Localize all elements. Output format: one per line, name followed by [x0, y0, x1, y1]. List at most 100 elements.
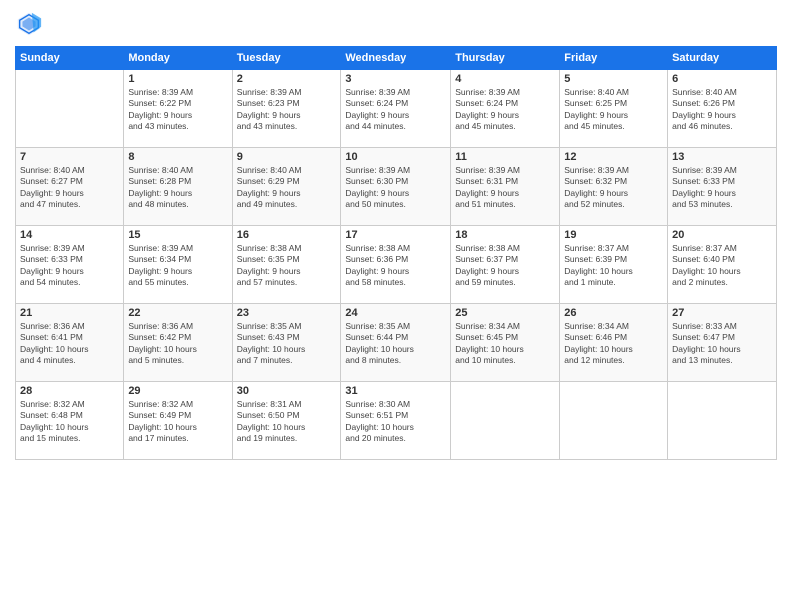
day-cell: 22 Sunrise: 8:36 AM Sunset: 6:42 PM Dayli… [124, 304, 232, 382]
day-info: Sunrise: 8:38 AM Sunset: 6:35 PM Dayligh… [237, 243, 337, 289]
day-number: 6 [672, 73, 772, 85]
day-cell: 10Sunrise: 8:39 AM Sunset: 6:30 PM Dayli… [341, 148, 451, 226]
day-info: Sunrise: 8:34 AM Sunset: 6:45 PM Dayligh… [455, 321, 555, 367]
logo-icon [15, 10, 43, 38]
day-number: 25 [455, 307, 555, 319]
day-cell [16, 70, 124, 148]
week-row-1: 1 Sunrise: 8:39 AM Sunset: 6:22 PM Daylig… [16, 70, 777, 148]
col-header-tuesday: Tuesday [232, 47, 341, 70]
day-info: Sunrise: 8:39 AM Sunset: 6:22 PM Dayligh… [128, 87, 227, 133]
day-cell: 7 Sunrise: 8:40 AM Sunset: 6:27 PM Daylig… [16, 148, 124, 226]
day-cell: 23Sunrise: 8:35 AM Sunset: 6:43 PM Dayli… [232, 304, 341, 382]
day-cell: 12 Sunrise: 8:39 AM Sunset: 6:32 PM Dayli… [560, 148, 668, 226]
day-info: Sunrise: 8:40 AM Sunset: 6:27 PM Dayligh… [20, 165, 119, 211]
day-number: 8 [128, 151, 227, 163]
header-row: SundayMondayTuesdayWednesdayThursdayFrid… [16, 47, 777, 70]
day-number: 12 [564, 151, 663, 163]
page: SundayMondayTuesdayWednesdayThursdayFrid… [0, 0, 792, 612]
day-info: Sunrise: 8:32 AM Sunset: 6:49 PM Dayligh… [128, 399, 227, 445]
day-cell: 20 Sunrise: 8:37 AM Sunset: 6:40 PM Dayli… [668, 226, 777, 304]
day-cell: 27 Sunrise: 8:33 AM Sunset: 6:47 PM Dayli… [668, 304, 777, 382]
day-number: 2 [237, 73, 337, 85]
day-info: Sunrise: 8:40 AM Sunset: 6:28 PM Dayligh… [128, 165, 227, 211]
day-number: 22 [128, 307, 227, 319]
day-cell [560, 382, 668, 460]
col-header-saturday: Saturday [668, 47, 777, 70]
day-info: Sunrise: 8:39 AM Sunset: 6:34 PM Dayligh… [128, 243, 227, 289]
day-info: Sunrise: 8:40 AM Sunset: 6:26 PM Dayligh… [672, 87, 772, 133]
day-number: 3 [345, 73, 446, 85]
day-info: Sunrise: 8:31 AM Sunset: 6:50 PM Dayligh… [237, 399, 337, 445]
day-info: Sunrise: 8:40 AM Sunset: 6:25 PM Dayligh… [564, 87, 663, 133]
col-header-friday: Friday [560, 47, 668, 70]
day-info: Sunrise: 8:34 AM Sunset: 6:46 PM Dayligh… [564, 321, 663, 367]
day-number: 5 [564, 73, 663, 85]
week-row-5: 28 Sunrise: 8:32 AM Sunset: 6:48 PM Dayli… [16, 382, 777, 460]
day-number: 11 [455, 151, 555, 163]
day-cell: 19 Sunrise: 8:37 AM Sunset: 6:39 PM Dayli… [560, 226, 668, 304]
day-info: Sunrise: 8:39 AM Sunset: 6:32 PM Dayligh… [564, 165, 663, 211]
col-header-sunday: Sunday [16, 47, 124, 70]
day-info: Sunrise: 8:39 AM Sunset: 6:24 PM Dayligh… [455, 87, 555, 133]
day-number: 1 [128, 73, 227, 85]
day-info: Sunrise: 8:33 AM Sunset: 6:47 PM Dayligh… [672, 321, 772, 367]
day-cell: 25 Sunrise: 8:34 AM Sunset: 6:45 PM Dayli… [451, 304, 560, 382]
day-number: 20 [672, 229, 772, 241]
day-number: 29 [128, 385, 227, 397]
day-cell: 1 Sunrise: 8:39 AM Sunset: 6:22 PM Daylig… [124, 70, 232, 148]
day-info: Sunrise: 8:39 AM Sunset: 6:33 PM Dayligh… [672, 165, 772, 211]
day-number: 26 [564, 307, 663, 319]
day-number: 23 [237, 307, 337, 319]
day-number: 18 [455, 229, 555, 241]
day-cell: 29 Sunrise: 8:32 AM Sunset: 6:49 PM Dayli… [124, 382, 232, 460]
day-cell: 4 Sunrise: 8:39 AM Sunset: 6:24 PM Daylig… [451, 70, 560, 148]
day-cell: 21 Sunrise: 8:36 AM Sunset: 6:41 PM Dayli… [16, 304, 124, 382]
header [15, 10, 777, 38]
day-cell: 8 Sunrise: 8:40 AM Sunset: 6:28 PM Daylig… [124, 148, 232, 226]
day-number: 15 [128, 229, 227, 241]
day-info: Sunrise: 8:37 AM Sunset: 6:39 PM Dayligh… [564, 243, 663, 289]
day-cell: 28 Sunrise: 8:32 AM Sunset: 6:48 PM Dayli… [16, 382, 124, 460]
col-header-thursday: Thursday [451, 47, 560, 70]
day-number: 10 [345, 151, 446, 163]
day-cell: 16Sunrise: 8:38 AM Sunset: 6:35 PM Dayli… [232, 226, 341, 304]
day-info: Sunrise: 8:37 AM Sunset: 6:40 PM Dayligh… [672, 243, 772, 289]
week-row-2: 7 Sunrise: 8:40 AM Sunset: 6:27 PM Daylig… [16, 148, 777, 226]
day-cell: 11 Sunrise: 8:39 AM Sunset: 6:31 PM Dayli… [451, 148, 560, 226]
day-cell: 26 Sunrise: 8:34 AM Sunset: 6:46 PM Dayli… [560, 304, 668, 382]
week-row-3: 14 Sunrise: 8:39 AM Sunset: 6:33 PM Dayli… [16, 226, 777, 304]
day-info: Sunrise: 8:32 AM Sunset: 6:48 PM Dayligh… [20, 399, 119, 445]
day-info: Sunrise: 8:36 AM Sunset: 6:42 PM Dayligh… [128, 321, 227, 367]
day-info: Sunrise: 8:39 AM Sunset: 6:24 PM Dayligh… [345, 87, 446, 133]
day-info: Sunrise: 8:39 AM Sunset: 6:33 PM Dayligh… [20, 243, 119, 289]
day-cell: 14 Sunrise: 8:39 AM Sunset: 6:33 PM Dayli… [16, 226, 124, 304]
day-cell: 18 Sunrise: 8:38 AM Sunset: 6:37 PM Dayli… [451, 226, 560, 304]
day-cell [451, 382, 560, 460]
calendar-table: SundayMondayTuesdayWednesdayThursdayFrid… [15, 46, 777, 460]
day-cell: 5 Sunrise: 8:40 AM Sunset: 6:25 PM Daylig… [560, 70, 668, 148]
day-cell: 9Sunrise: 8:40 AM Sunset: 6:29 PM Daylig… [232, 148, 341, 226]
day-number: 14 [20, 229, 119, 241]
day-info: Sunrise: 8:36 AM Sunset: 6:41 PM Dayligh… [20, 321, 119, 367]
day-info: Sunrise: 8:38 AM Sunset: 6:37 PM Dayligh… [455, 243, 555, 289]
day-number: 4 [455, 73, 555, 85]
day-number: 19 [564, 229, 663, 241]
day-cell: 30 Sunrise: 8:31 AM Sunset: 6:50 PM Dayli… [232, 382, 341, 460]
day-number: 24 [345, 307, 446, 319]
logo [15, 10, 47, 38]
col-header-monday: Monday [124, 47, 232, 70]
day-info: Sunrise: 8:35 AM Sunset: 6:44 PM Dayligh… [345, 321, 446, 367]
day-number: 7 [20, 151, 119, 163]
day-number: 13 [672, 151, 772, 163]
day-cell: 3 Sunrise: 8:39 AM Sunset: 6:24 PM Daylig… [341, 70, 451, 148]
day-number: 28 [20, 385, 119, 397]
day-cell: 13 Sunrise: 8:39 AM Sunset: 6:33 PM Dayli… [668, 148, 777, 226]
day-number: 30 [237, 385, 337, 397]
day-info: Sunrise: 8:39 AM Sunset: 6:31 PM Dayligh… [455, 165, 555, 211]
day-cell [668, 382, 777, 460]
day-info: Sunrise: 8:38 AM Sunset: 6:36 PM Dayligh… [345, 243, 446, 289]
day-cell: 17Sunrise: 8:38 AM Sunset: 6:36 PM Dayli… [341, 226, 451, 304]
day-number: 27 [672, 307, 772, 319]
day-number: 21 [20, 307, 119, 319]
day-cell: 24 Sunrise: 8:35 AM Sunset: 6:44 PM Dayli… [341, 304, 451, 382]
